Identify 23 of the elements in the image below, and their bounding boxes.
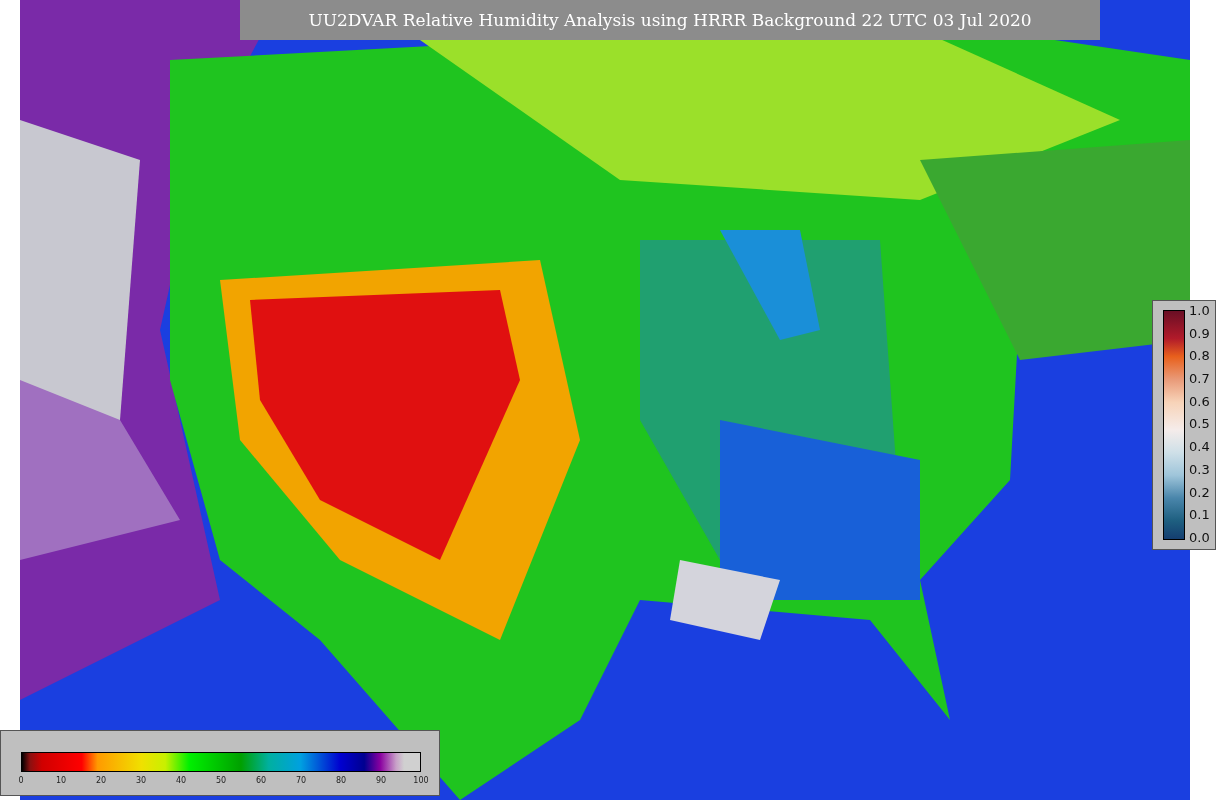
tick-label: 0.9: [1189, 326, 1210, 340]
tick-label: 0.1: [1189, 508, 1210, 522]
tick-label: 1.0: [1189, 304, 1210, 317]
tick-label: 0.3: [1189, 462, 1210, 476]
tick-label: 40: [174, 776, 188, 785]
tick-label: 0.8: [1189, 349, 1210, 363]
tick-label: 80: [334, 776, 348, 785]
tick-label: 0.5: [1189, 417, 1210, 431]
tick-label: 70: [294, 776, 308, 785]
tick-label: 0.6: [1189, 394, 1210, 408]
map-title: UU2DVAR Relative Humidity Analysis using HRRR Background 22 UTC 03 Jul 2020: [240, 0, 1100, 40]
tick-label: 0.7: [1189, 372, 1210, 386]
tick-label: 0: [17, 776, 25, 785]
tick-label: 0.0: [1189, 530, 1210, 544]
tick-label: 60: [254, 776, 268, 785]
tick-label: 50: [214, 776, 228, 785]
tick-label: 0.4: [1189, 440, 1210, 454]
tick-label: 20: [94, 776, 108, 785]
tick-label: 10: [54, 776, 68, 785]
tick-label: 0.2: [1189, 485, 1210, 499]
tick-label: 100: [413, 776, 429, 785]
tick-label: 90: [374, 776, 388, 785]
tick-label: 30: [134, 776, 148, 785]
